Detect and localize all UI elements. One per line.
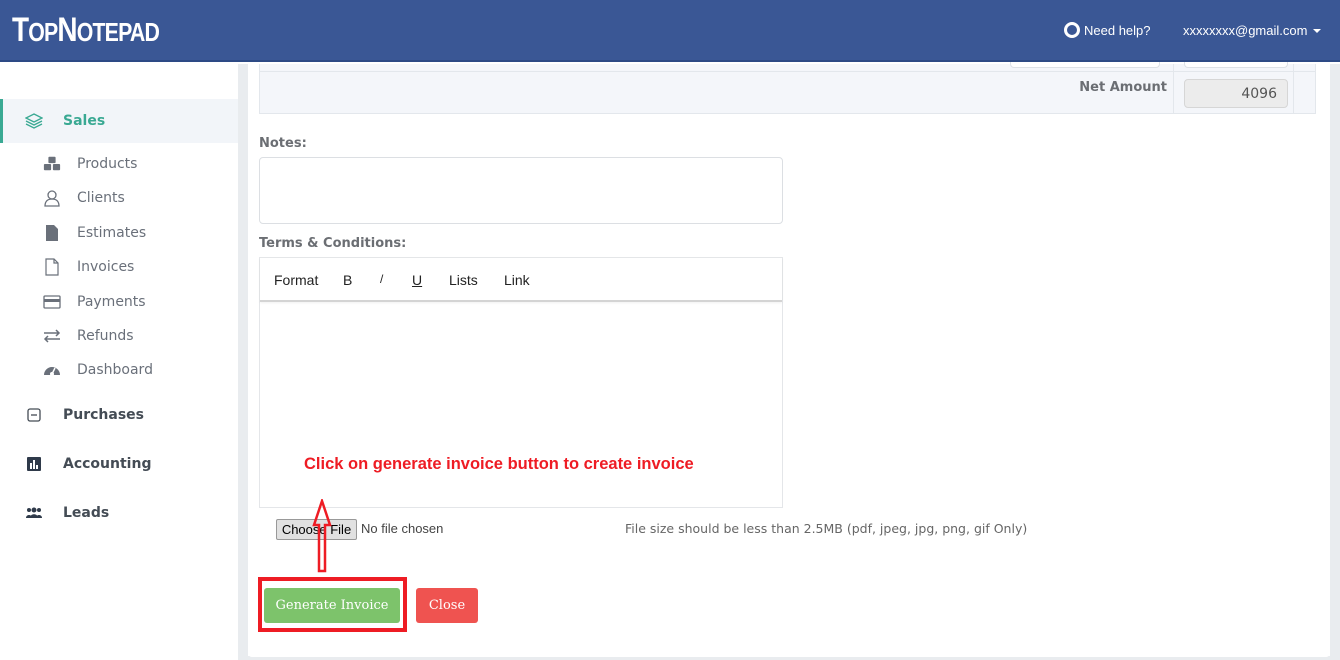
editor-toolbar: Format B / U Lists Link bbox=[260, 258, 782, 302]
caret-down-icon bbox=[1313, 28, 1322, 33]
exchange-icon bbox=[43, 327, 61, 345]
invoice-form: Net Amount 4096 Notes: Terms & Condition… bbox=[248, 62, 1330, 657]
sidebar-item-label: Accounting bbox=[63, 456, 152, 472]
top-navbar: TOPNOTEPAD Need help? xxxxxxxx@gmail.com bbox=[0, 0, 1340, 62]
sidebar-item-label: Purchases bbox=[63, 407, 145, 423]
close-button[interactable]: Close bbox=[416, 588, 478, 623]
sidebar-item-label: Refunds bbox=[77, 328, 134, 344]
terms-label: Terms & Conditions: bbox=[259, 236, 407, 251]
net-amount-field: 4096 bbox=[1184, 79, 1288, 108]
user-email: xxxxxxxx@gmail.com bbox=[1183, 23, 1308, 38]
terms-content-area[interactable] bbox=[260, 304, 782, 507]
sidebar-item-label: Products bbox=[77, 156, 138, 172]
table-divider bbox=[1173, 64, 1174, 114]
need-help-label: Need help? bbox=[1084, 22, 1151, 38]
lists-button[interactable]: Lists bbox=[449, 272, 478, 288]
table-divider bbox=[1293, 64, 1294, 114]
need-help-link[interactable]: Need help? bbox=[1064, 22, 1151, 38]
sidebar-item-payments[interactable]: Payments bbox=[0, 287, 238, 317]
dashboard-icon bbox=[43, 361, 61, 379]
link-button[interactable]: Link bbox=[504, 272, 530, 288]
users-icon bbox=[25, 504, 43, 522]
sidebar-item-sales[interactable]: Sales bbox=[0, 99, 238, 143]
sidebar-item-purchases[interactable]: Purchases bbox=[0, 393, 238, 437]
file-filled-icon bbox=[43, 224, 61, 242]
notes-label: Notes: bbox=[259, 136, 307, 151]
sidebar-item-label: Invoices bbox=[77, 259, 135, 275]
sidebar-item-label: Payments bbox=[77, 294, 146, 310]
credit-card-icon bbox=[43, 293, 61, 311]
sidebar-item-products[interactable]: Products bbox=[0, 149, 238, 179]
sidebar-item-refunds[interactable]: Refunds bbox=[0, 321, 238, 351]
logo-part: T bbox=[12, 11, 29, 49]
sidebar-item-accounting[interactable]: Accounting bbox=[0, 442, 238, 486]
format-button[interactable]: Format bbox=[274, 272, 318, 288]
table-divider bbox=[260, 71, 1315, 72]
sidebar-item-estimates[interactable]: Estimates bbox=[0, 218, 238, 248]
file-outline-icon bbox=[43, 258, 61, 276]
sidebar-item-invoices[interactable]: Invoices bbox=[0, 252, 238, 282]
generate-invoice-button[interactable]: Generate Invoice bbox=[264, 588, 400, 623]
italic-button[interactable]: / bbox=[380, 272, 383, 286]
cubes-icon bbox=[43, 155, 61, 173]
sidebar-item-clients[interactable]: Clients bbox=[0, 183, 238, 213]
sidebar-gutter bbox=[238, 64, 248, 660]
logo-part: N bbox=[57, 11, 77, 49]
sidebar-item-dashboard[interactable]: Dashboard bbox=[0, 355, 238, 385]
bar-chart-icon bbox=[25, 455, 43, 473]
minus-square-icon bbox=[25, 406, 43, 424]
sidebar-item-label: Sales bbox=[63, 113, 106, 129]
sidebar-item-leads[interactable]: Leads bbox=[0, 491, 238, 535]
sidebar-item-label: Estimates bbox=[77, 225, 147, 241]
annotation-arrow-icon bbox=[312, 499, 332, 573]
sidebar-item-label: Dashboard bbox=[77, 362, 153, 378]
totals-table: Net Amount 4096 bbox=[259, 62, 1316, 114]
sidebar: Sales Products Clients Estimates Invoice… bbox=[0, 64, 238, 660]
lifebuoy-icon bbox=[1064, 22, 1080, 38]
logo[interactable]: TOPNOTEPAD bbox=[12, 11, 160, 50]
file-status: No file chosen bbox=[361, 521, 444, 536]
underline-button[interactable]: U bbox=[412, 272, 422, 288]
net-amount-label: Net Amount bbox=[1079, 80, 1167, 95]
previous-row-field[interactable] bbox=[1010, 62, 1160, 68]
file-size-hint: File size should be less than 2.5MB (pdf… bbox=[625, 521, 1028, 536]
logo-part: OTEPAD bbox=[76, 17, 160, 47]
sidebar-item-label: Leads bbox=[63, 505, 110, 521]
page-gutter bbox=[1330, 64, 1340, 660]
bold-button[interactable]: B bbox=[343, 272, 352, 288]
user-menu-dropdown[interactable]: xxxxxxxx@gmail.com bbox=[1183, 23, 1322, 38]
notes-textarea[interactable] bbox=[259, 157, 783, 224]
instruction-annotation: Click on generate invoice button to crea… bbox=[304, 455, 694, 473]
previous-row-value[interactable] bbox=[1184, 62, 1288, 68]
user-outline-icon bbox=[43, 189, 61, 207]
logo-part: OP bbox=[28, 17, 58, 47]
layers-icon bbox=[25, 112, 43, 130]
sidebar-item-label: Clients bbox=[77, 190, 125, 206]
